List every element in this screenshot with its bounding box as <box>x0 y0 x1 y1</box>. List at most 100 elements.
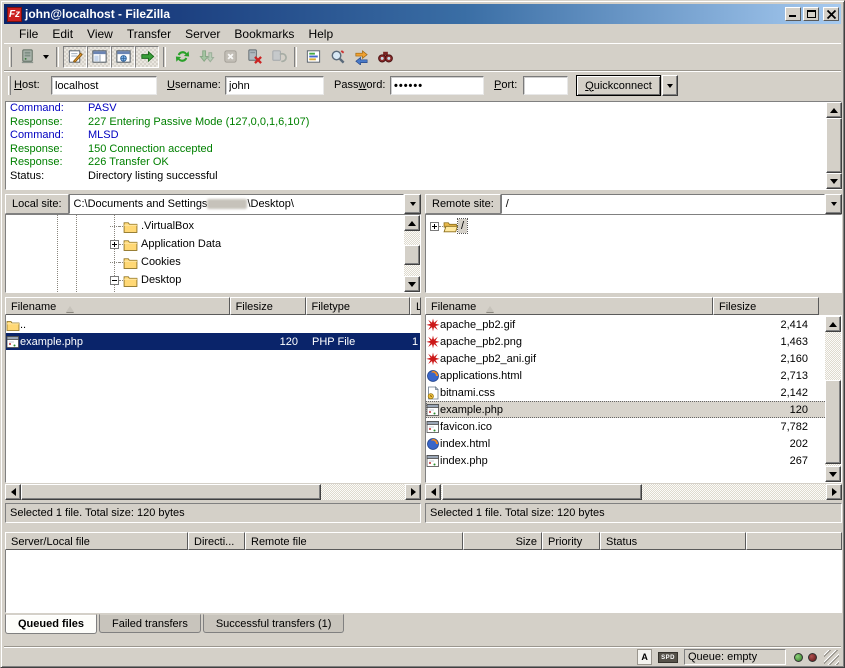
scroll-thumb[interactable] <box>404 245 420 265</box>
remote-list-scrollbar[interactable] <box>825 316 841 482</box>
column-header-filesize[interactable]: Filesize <box>713 297 819 315</box>
scroll-right-button[interactable] <box>405 484 421 500</box>
password-input[interactable] <box>390 76 484 95</box>
file-row[interactable]: favicon.ico7,782 <box>426 418 841 435</box>
data-type-indicator-icon[interactable]: A <box>637 649 652 665</box>
remote-list-hscrollbar[interactable] <box>425 484 842 500</box>
queue-column-remote-file[interactable]: Remote file <box>245 532 463 550</box>
menu-bookmarks[interactable]: Bookmarks <box>227 25 301 43</box>
speed-limits-icon[interactable]: SPD <box>658 652 678 663</box>
synchronized-browsing-button[interactable] <box>349 46 373 68</box>
refresh-button[interactable] <box>170 46 194 68</box>
port-input[interactable] <box>523 76 568 95</box>
column-header-filetype[interactable]: Filetype <box>306 297 410 315</box>
site-manager-dropdown[interactable] <box>39 46 52 68</box>
resize-grip[interactable] <box>824 650 839 665</box>
image-file-icon <box>426 352 440 366</box>
scroll-thumb[interactable] <box>442 484 642 500</box>
reconnect-icon <box>270 48 287 65</box>
reconnect-button[interactable] <box>266 46 290 68</box>
menu-transfer[interactable]: Transfer <box>120 25 178 43</box>
password-label: Password: <box>334 79 385 91</box>
close-button[interactable] <box>823 7 839 21</box>
tab-queued-files[interactable]: Queued files <box>5 614 97 634</box>
toggle-queue-button[interactable] <box>135 46 159 68</box>
find-files-button[interactable] <box>373 46 397 68</box>
toolbar-grip[interactable] <box>8 76 11 95</box>
directory-comparison-button[interactable] <box>325 46 349 68</box>
menu-server[interactable]: Server <box>178 25 227 43</box>
file-row[interactable]: applications.html2,713 <box>426 367 841 384</box>
scroll-thumb[interactable] <box>826 118 842 173</box>
toggle-remote-tree-button[interactable] <box>111 46 135 68</box>
scroll-up-button[interactable] <box>404 215 420 231</box>
file-row[interactable]: apache_pb2.gif2,414 <box>426 316 841 333</box>
file-row[interactable]: bitnami.css2,142 <box>426 384 841 401</box>
scroll-thumb[interactable] <box>825 380 841 464</box>
local-list-hscrollbar[interactable] <box>5 484 421 500</box>
scroll-down-button[interactable] <box>826 173 842 189</box>
remote-site-dropdown[interactable] <box>825 194 842 214</box>
tab-failed-transfers[interactable]: Failed transfers <box>99 614 201 633</box>
scroll-thumb[interactable] <box>21 484 321 500</box>
arrow-up-icon <box>830 104 838 113</box>
file-row[interactable]: apache_pb2.png1,463 <box>426 333 841 350</box>
toolbar-grip[interactable] <box>9 47 12 67</box>
queue-column-directi-[interactable]: Directi... <box>188 532 245 550</box>
scroll-up-button[interactable] <box>826 102 842 118</box>
local-site-combo[interactable]: C:\Documents and Settings\Desktop\ <box>69 194 404 214</box>
file-row[interactable]: index.php267 <box>426 452 841 469</box>
site-manager-button[interactable] <box>15 46 39 68</box>
queue-column-status[interactable]: Status <box>600 532 746 550</box>
queue-column-server-local-file[interactable]: Server/Local file <box>5 532 188 550</box>
file-row[interactable]: index.html202 <box>426 435 841 452</box>
local-tree-scrollbar[interactable] <box>404 215 420 292</box>
folder-icon <box>123 273 138 288</box>
tree-item[interactable]: .VirtualBox <box>6 217 420 235</box>
tab-successful-transfers-1-[interactable]: Successful transfers (1) <box>203 614 345 633</box>
cancel-button[interactable] <box>218 46 242 68</box>
toggle-local-tree-button[interactable] <box>87 46 111 68</box>
tree-item[interactable]: / <box>426 217 841 235</box>
menu-help[interactable]: Help <box>301 25 340 43</box>
host-input[interactable] <box>51 76 157 95</box>
file-row[interactable]: example.php120 <box>426 401 841 418</box>
menu-edit[interactable]: Edit <box>45 25 80 43</box>
disconnect-button[interactable] <box>242 46 266 68</box>
site-manager-icon <box>19 48 36 65</box>
quickconnect-dropdown-button[interactable] <box>662 75 678 96</box>
tree-item[interactable]: Cookies <box>6 253 420 271</box>
filter-button[interactable] <box>301 46 325 68</box>
remote-site-combo[interactable]: / <box>501 194 825 214</box>
scroll-up-button[interactable] <box>825 316 841 332</box>
scroll-down-button[interactable] <box>404 276 420 292</box>
scroll-left-button[interactable] <box>425 484 441 500</box>
local-site-dropdown[interactable] <box>404 194 421 214</box>
column-header-l[interactable]: L <box>410 297 421 315</box>
log-scrollbar[interactable] <box>826 102 842 189</box>
toggle-message-log-button[interactable] <box>63 46 87 68</box>
username-input[interactable] <box>225 76 324 95</box>
quickconnect-button[interactable]: Quickconnect <box>576 75 661 96</box>
scroll-right-button[interactable] <box>826 484 842 500</box>
minimize-button[interactable] <box>785 7 801 21</box>
queue-column-priority[interactable]: Priority <box>542 532 600 550</box>
menu-view[interactable]: View <box>80 25 120 43</box>
column-header-filename[interactable]: Filename <box>5 297 230 315</box>
scroll-down-button[interactable] <box>825 466 841 482</box>
file-row[interactable]: apache_pb2_ani.gif2,160 <box>426 350 841 367</box>
process-queue-button[interactable] <box>194 46 218 68</box>
tree-item[interactable]: Desktop <box>6 271 420 289</box>
scroll-left-button[interactable] <box>5 484 21 500</box>
file-row[interactable]: example.php120PHP File1 <box>6 333 420 350</box>
queue-column-blank[interactable] <box>746 532 842 550</box>
column-header-filesize[interactable]: Filesize <box>230 297 306 315</box>
queue-list[interactable] <box>5 550 842 613</box>
menu-file[interactable]: File <box>12 25 45 43</box>
title-bar[interactable]: Fz john@localhost - FileZilla <box>4 4 841 24</box>
maximize-button[interactable] <box>803 7 819 21</box>
column-header-filename[interactable]: Filename <box>425 297 713 315</box>
file-row[interactable]: .. <box>6 316 420 333</box>
queue-column-size[interactable]: Size <box>463 532 542 550</box>
tree-item[interactable]: Application Data <box>6 235 420 253</box>
